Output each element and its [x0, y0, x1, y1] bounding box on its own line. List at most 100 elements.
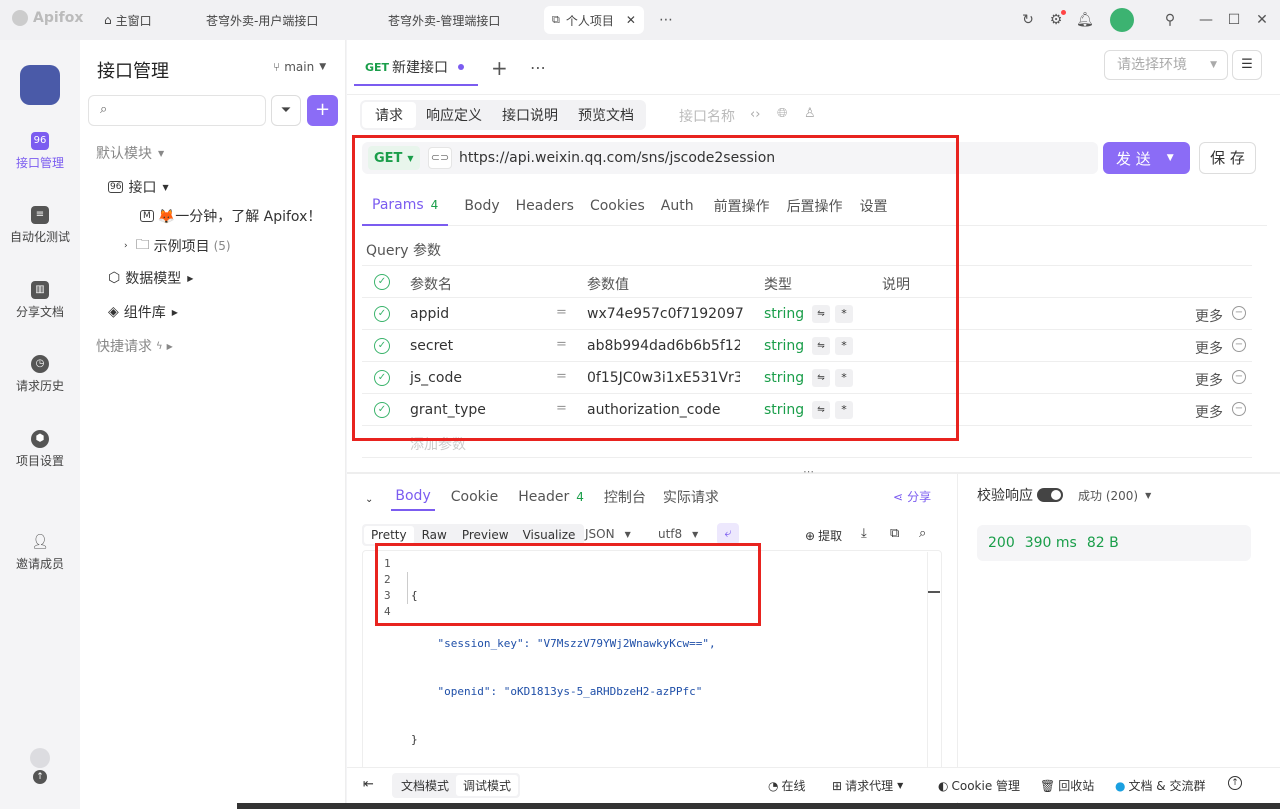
cookie-manager[interactable]: ◐ Cookie 管理	[938, 777, 1020, 794]
view-raw[interactable]: Raw	[414, 526, 455, 544]
request-proxy[interactable]: ⊞ 请求代理 ▼	[832, 777, 903, 794]
tree-intro-doc[interactable]: M 🦊一分钟，了解 Apifox！	[140, 206, 321, 226]
online-status[interactable]: ◔ 在线	[768, 777, 806, 794]
wrap-icon[interactable]: ⤶	[717, 523, 739, 545]
scrollbar[interactable]	[927, 552, 941, 790]
format-select[interactable]: JSON ▼	[585, 527, 631, 541]
window-tab-admin-api[interactable]: 苍穹外卖-管理端接口	[388, 6, 500, 34]
rail-item-history[interactable]: ◷ 请求历史	[0, 355, 80, 394]
tab-response-header[interactable]: Header	[518, 489, 569, 510]
more-tabs-icon[interactable]: ⋯	[658, 12, 674, 28]
send-button[interactable]: 发 送 ▼	[1103, 142, 1190, 174]
tree-data-models[interactable]: ⬡ 数据模型 ▶	[108, 268, 193, 288]
scroll-top-icon[interactable]: ↑	[1228, 776, 1242, 790]
environment-select[interactable]: 请选择环境 ▼	[1104, 50, 1228, 80]
debug-mode-button[interactable]: 调试模式	[456, 775, 519, 796]
remove-icon[interactable]: −	[1232, 338, 1246, 352]
more-button[interactable]: 更多	[1195, 338, 1223, 358]
tree-examples[interactable]: › 🗀 示例项目 (5)	[124, 234, 231, 258]
add-button[interactable]: +	[307, 95, 338, 126]
refresh-icon[interactable]: ↻	[1020, 12, 1036, 28]
copy-icon[interactable]: ⧉	[890, 526, 899, 541]
tab-actual-request[interactable]: 实际请求	[663, 487, 719, 512]
globe-icon[interactable]: 🌐︎	[777, 106, 787, 121]
drag-handle-icon[interactable]: ⋯	[803, 465, 814, 478]
download-icon[interactable]: ⤓	[861, 526, 867, 541]
more-button[interactable]: 更多	[1195, 306, 1223, 326]
view-visualize[interactable]: Visualize	[516, 526, 583, 544]
filter-button[interactable]: ⏷	[271, 95, 301, 126]
upload-icon[interactable]: ↑	[33, 770, 47, 784]
tree-components[interactable]: ◈ 组件库 ▶	[108, 302, 178, 322]
tab-api-description[interactable]: 接口说明	[492, 102, 568, 128]
doc-mode-button[interactable]: 文档模式	[394, 775, 456, 796]
branch-icon: ⑂	[273, 60, 281, 74]
extract-icon: ⊕	[805, 528, 816, 543]
save-button[interactable]: 保 存	[1199, 142, 1256, 174]
maximize-icon[interactable]: ☐	[1226, 12, 1242, 28]
view-pretty[interactable]: Pretty	[364, 526, 414, 544]
branch-selector[interactable]: ⑂ main ▼	[273, 60, 326, 74]
menu-button[interactable]: ☰	[1232, 50, 1262, 80]
close-icon[interactable]: ✕	[626, 13, 636, 27]
minimize-icon[interactable]: —	[1198, 12, 1214, 28]
docs-community[interactable]: ● 文档 & 交流群	[1115, 777, 1205, 794]
markdown-icon: M	[140, 210, 154, 222]
rail-item-autotest[interactable]: ≡ 自动化测试	[0, 206, 80, 245]
community-label: 文档 & 交流群	[1128, 779, 1206, 793]
tab-preview-doc[interactable]: 预览文档	[568, 102, 644, 128]
editor-tab[interactable]: GET 新建接口	[354, 50, 478, 86]
extract-button[interactable]: ⊕ 提取	[805, 527, 842, 544]
chevron-down-icon[interactable]: ▼	[1167, 153, 1174, 163]
recycle-bin[interactable]: 🗑︎ 回收站	[1040, 777, 1094, 794]
search-input[interactable]: ⌕	[88, 95, 266, 126]
collapse-icon[interactable]: ⌄	[365, 494, 373, 505]
tab-response-cookie[interactable]: Cookie	[451, 489, 499, 510]
tab-response-body[interactable]: Body	[391, 488, 435, 511]
window-tab-main[interactable]: ⌂ 主窗口	[104, 6, 184, 34]
project-icon[interactable]	[20, 65, 60, 105]
share-button[interactable]: ⋖ 分享	[893, 488, 931, 505]
code-icon[interactable]: ‹›	[750, 107, 760, 122]
remove-icon[interactable]: −	[1232, 306, 1246, 320]
method-badge: GET	[365, 60, 390, 74]
more-button[interactable]: 更多	[1195, 370, 1223, 390]
tree-default-module[interactable]: 默认模块 ▼	[96, 143, 164, 163]
pin-icon[interactable]: ⚲	[1162, 12, 1178, 28]
tree-quick-requests[interactable]: 快捷请求 ϟ ▶	[96, 336, 173, 356]
rail-item-invite[interactable]: 👤︎ 邀请成员	[0, 533, 80, 572]
view-preview[interactable]: Preview	[455, 526, 516, 544]
avatar[interactable]	[1110, 8, 1134, 32]
tab-console[interactable]: 控制台	[604, 487, 646, 512]
validate-response-toggle[interactable]: 校验响应	[977, 485, 1063, 505]
apifox-logo-icon	[12, 10, 28, 26]
tree-label: 接口	[128, 180, 157, 196]
encoding-select[interactable]: utf8 ▼	[658, 527, 698, 541]
tab-response-definition[interactable]: 响应定义	[416, 102, 492, 128]
user-icon[interactable]: ♙	[804, 106, 816, 121]
search-icon[interactable]: ⌕	[919, 526, 926, 541]
result-select[interactable]: 成功 (200) ▼	[1078, 487, 1151, 504]
rail-item-api[interactable]: 96 接口管理	[0, 132, 80, 171]
caret-down-icon: ▼	[158, 148, 165, 158]
bell-icon[interactable]: 🔔︎	[1076, 12, 1094, 28]
more-button[interactable]: 更多	[1195, 402, 1223, 422]
collapse-sidebar-icon[interactable]: ⇤	[363, 777, 374, 792]
new-tab-plus-icon[interactable]: +	[491, 56, 508, 80]
window-tab-label: 苍穹外卖-管理端接口	[388, 13, 501, 28]
rail-item-share[interactable]: ▥ 分享文档	[0, 281, 80, 320]
window-tab-label: 苍穹外卖-用户端接口	[206, 13, 319, 28]
remove-icon[interactable]: −	[1232, 370, 1246, 384]
rail-item-label: 邀请成员	[15, 557, 64, 571]
window-close-icon[interactable]: ✕	[1254, 12, 1270, 28]
more-icon[interactable]: ⋯	[530, 58, 546, 77]
rail-item-settings[interactable]: ⬢ 项目设置	[0, 430, 80, 469]
api-name-input[interactable]: 接口名称	[679, 106, 735, 126]
window-tab-user-api[interactable]: 苍穹外卖-用户端接口	[206, 6, 318, 34]
window-tab-personal[interactable]: ⧉ 个人项目 ✕	[544, 6, 644, 34]
tab-request[interactable]: 请求	[362, 102, 416, 128]
remove-icon[interactable]: −	[1232, 402, 1246, 416]
format-label: JSON	[585, 527, 615, 541]
toggle-switch[interactable]	[1037, 488, 1063, 502]
tree-interface[interactable]: 96 接口 ▼	[108, 177, 169, 197]
